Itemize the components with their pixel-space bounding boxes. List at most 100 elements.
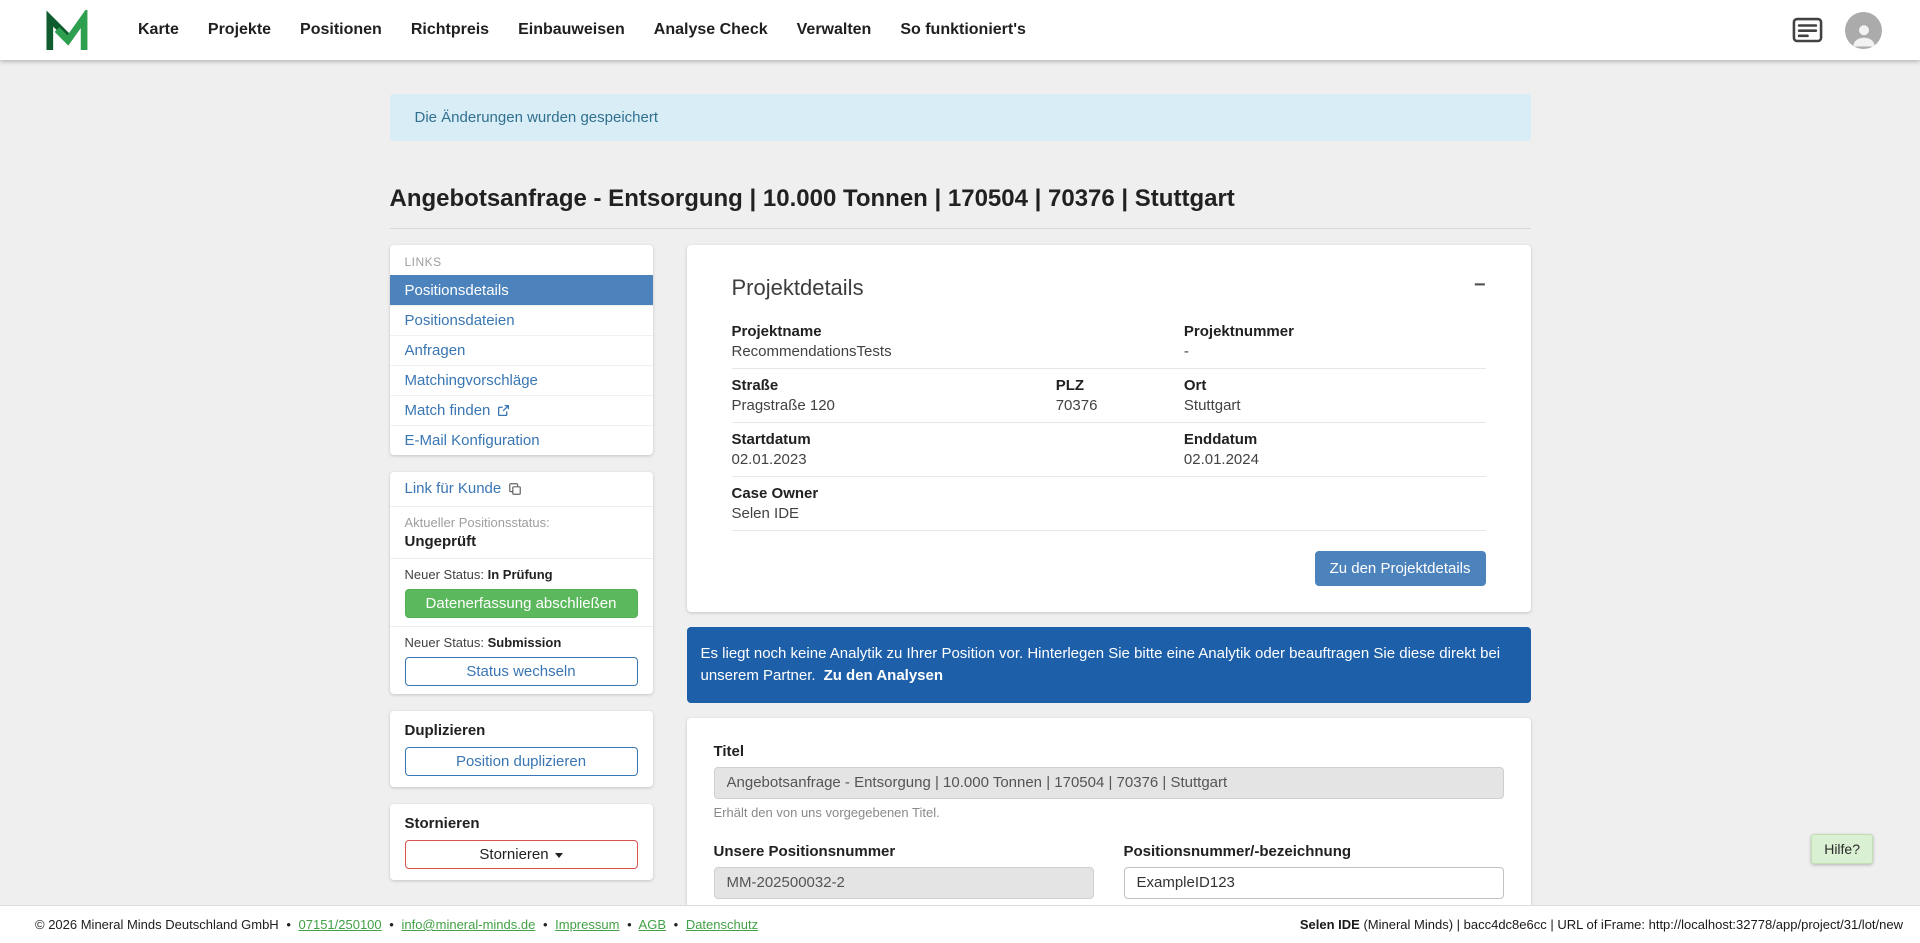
our-number-field bbox=[714, 867, 1094, 899]
left-sidebar: LINKS Positionsdetails Positionsdateien … bbox=[390, 245, 653, 897]
help-button[interactable]: Hilfe? bbox=[1811, 834, 1873, 864]
next-status-2: Neuer Status: Submission bbox=[405, 635, 638, 650]
current-status-label: Aktueller Positionsstatus: bbox=[405, 515, 638, 530]
duplicate-card-title: Duplizieren bbox=[405, 722, 638, 739]
customer-link-label: Link für Kunde bbox=[405, 480, 502, 497]
status-card: Link für Kunde Aktueller Positionsstatus… bbox=[390, 472, 653, 694]
session-details: (Mineral Minds) | bacc4dc8e6cc | URL of … bbox=[1360, 917, 1903, 932]
sidebar-item-label: Match finden bbox=[405, 402, 491, 419]
footer-separator: • bbox=[389, 917, 394, 932]
top-navbar: Karte Projekte Positionen Richtpreis Ein… bbox=[0, 0, 1920, 60]
collapse-icon[interactable]: − bbox=[1474, 275, 1486, 295]
project-row-name: Projektname RecommendationsTests Projekt… bbox=[732, 315, 1486, 369]
field-label: Projektnummer bbox=[1184, 323, 1486, 340]
nav-item-so-funktionierts[interactable]: So funktioniert's bbox=[900, 21, 1026, 39]
field-label: Straße bbox=[732, 377, 1056, 394]
field-label: PLZ bbox=[1056, 377, 1184, 394]
copyright-text: © 2026 Mineral Minds Deutschland GmbH bbox=[35, 917, 279, 932]
sidebar-item-email-konfiguration[interactable]: E-Mail Konfiguration bbox=[390, 425, 653, 455]
footer-email-link[interactable]: info@mineral-minds.de bbox=[401, 917, 535, 932]
cancel-card-title: Stornieren bbox=[405, 815, 638, 832]
position-number-field[interactable] bbox=[1124, 867, 1504, 899]
next-status-label: Neuer Status: bbox=[405, 567, 485, 582]
links-card: LINKS Positionsdetails Positionsdateien … bbox=[390, 245, 653, 455]
footer-agb-link[interactable]: AGB bbox=[639, 917, 666, 932]
field-value: 02.01.2024 bbox=[1184, 451, 1486, 468]
analytics-banner-text: Es liegt noch keine Analytik zu Ihrer Po… bbox=[701, 645, 1501, 684]
field-value: 70376 bbox=[1056, 397, 1184, 414]
footer-separator: • bbox=[627, 917, 632, 932]
analytics-banner: Es liegt noch keine Analytik zu Ihrer Po… bbox=[687, 627, 1531, 703]
field-value: Stuttgart bbox=[1184, 397, 1486, 414]
main-navigation: Karte Projekte Positionen Richtpreis Ein… bbox=[138, 21, 1026, 39]
project-row-address: Straße Pragstraße 120 PLZ 70376 Ort Stut… bbox=[732, 369, 1486, 423]
footer-left: © 2026 Mineral Minds Deutschland GmbH • … bbox=[35, 917, 758, 932]
page-title: Angebotsanfrage - Entsorgung | 10.000 To… bbox=[390, 185, 1531, 229]
saved-alert: Die Änderungen wurden gespeichert bbox=[390, 94, 1531, 141]
footer-phone-link[interactable]: 07151/250100 bbox=[299, 917, 382, 932]
mineral-minds-logo-icon[interactable] bbox=[43, 10, 89, 50]
field-value: RecommendationsTests bbox=[732, 343, 1184, 360]
nav-item-projekte[interactable]: Projekte bbox=[208, 21, 271, 39]
navbar-right bbox=[1792, 12, 1882, 49]
footer-separator: • bbox=[286, 917, 291, 932]
field-label: Ort bbox=[1184, 377, 1486, 394]
nav-item-richtpreis[interactable]: Richtpreis bbox=[411, 21, 489, 39]
session-info: Selen IDE (Mineral Minds) | bacc4dc8e6cc… bbox=[1300, 917, 1903, 932]
user-avatar[interactable] bbox=[1845, 12, 1882, 49]
cancel-dropdown-button[interactable]: Stornieren bbox=[405, 840, 638, 869]
chevron-down-icon bbox=[555, 853, 563, 858]
footer-datenschutz-link[interactable]: Datenschutz bbox=[686, 917, 758, 932]
sidebar-item-positionsdateien[interactable]: Positionsdateien bbox=[390, 305, 653, 335]
project-details-title: Projektdetails bbox=[732, 275, 1486, 301]
nav-item-einbauweisen[interactable]: Einbauweisen bbox=[518, 21, 625, 39]
cancel-card: Stornieren Stornieren bbox=[390, 804, 653, 880]
sidebar-item-matchingvorschlaege[interactable]: Matchingvorschläge bbox=[390, 365, 653, 395]
next-status-value: Submission bbox=[488, 635, 562, 650]
field-value: 02.01.2023 bbox=[732, 451, 1184, 468]
duplicate-card: Duplizieren Position duplizieren bbox=[390, 711, 653, 787]
duplicate-position-button[interactable]: Position duplizieren bbox=[405, 747, 638, 776]
session-user: Selen IDE bbox=[1300, 917, 1360, 932]
sidebar-item-match-finden[interactable]: Match finden bbox=[390, 395, 653, 425]
main-content: Die Änderungen wurden gespeichert Angebo… bbox=[390, 60, 1531, 943]
nav-item-verwalten[interactable]: Verwalten bbox=[797, 21, 872, 39]
project-details-button[interactable]: Zu den Projektdetails bbox=[1315, 551, 1486, 586]
project-row-owner: Case Owner Selen IDE bbox=[732, 477, 1486, 531]
links-card-header: LINKS bbox=[390, 245, 653, 275]
field-label: Enddatum bbox=[1184, 431, 1486, 448]
switch-status-button[interactable]: Status wechseln bbox=[405, 657, 638, 686]
field-value: Pragstraße 120 bbox=[732, 397, 1056, 414]
field-value: - bbox=[1184, 343, 1486, 360]
server-icon[interactable] bbox=[1792, 17, 1823, 43]
nav-item-analyse-check[interactable]: Analyse Check bbox=[654, 21, 768, 39]
copy-icon bbox=[508, 482, 522, 496]
current-status-value: Ungeprüft bbox=[405, 533, 638, 550]
analytics-link[interactable]: Zu den Analysen bbox=[824, 667, 943, 684]
next-status-value: In Prüfung bbox=[488, 567, 553, 582]
sidebar-item-positionsdetails[interactable]: Positionsdetails bbox=[390, 275, 653, 305]
project-details-card: Projektdetails − Projektname Recommendat… bbox=[687, 245, 1531, 612]
main-column: Projektdetails − Projektname Recommendat… bbox=[687, 245, 1531, 943]
field-label: Startdatum bbox=[732, 431, 1184, 448]
field-value: Selen IDE bbox=[732, 505, 1486, 522]
next-status-1: Neuer Status: In Prüfung bbox=[405, 567, 638, 582]
title-field bbox=[714, 767, 1504, 799]
next-status-label: Neuer Status: bbox=[405, 635, 485, 650]
footer-separator: • bbox=[543, 917, 548, 932]
field-label: Case Owner bbox=[732, 485, 1486, 502]
sidebar-item-anfragen[interactable]: Anfragen bbox=[390, 335, 653, 365]
nav-item-positionen[interactable]: Positionen bbox=[300, 21, 382, 39]
footer-separator: • bbox=[674, 917, 679, 932]
external-link-icon bbox=[497, 404, 510, 417]
footer-impressum-link[interactable]: Impressum bbox=[555, 917, 619, 932]
project-row-dates: Startdatum 02.01.2023 Enddatum 02.01.202… bbox=[732, 423, 1486, 477]
complete-data-entry-button[interactable]: Datenerfassung abschließen bbox=[405, 589, 638, 618]
position-number-label: Positionsnummer/-bezeichnung bbox=[1124, 843, 1504, 860]
nav-item-karte[interactable]: Karte bbox=[138, 21, 179, 39]
customer-link[interactable]: Link für Kunde bbox=[405, 480, 523, 497]
title-field-help: Erhält den von uns vorgegebenen Titel. bbox=[714, 805, 1504, 820]
cancel-button-label: Stornieren bbox=[479, 846, 548, 863]
title-field-label: Titel bbox=[714, 743, 1504, 760]
footer: © 2026 Mineral Minds Deutschland GmbH • … bbox=[0, 905, 1920, 943]
